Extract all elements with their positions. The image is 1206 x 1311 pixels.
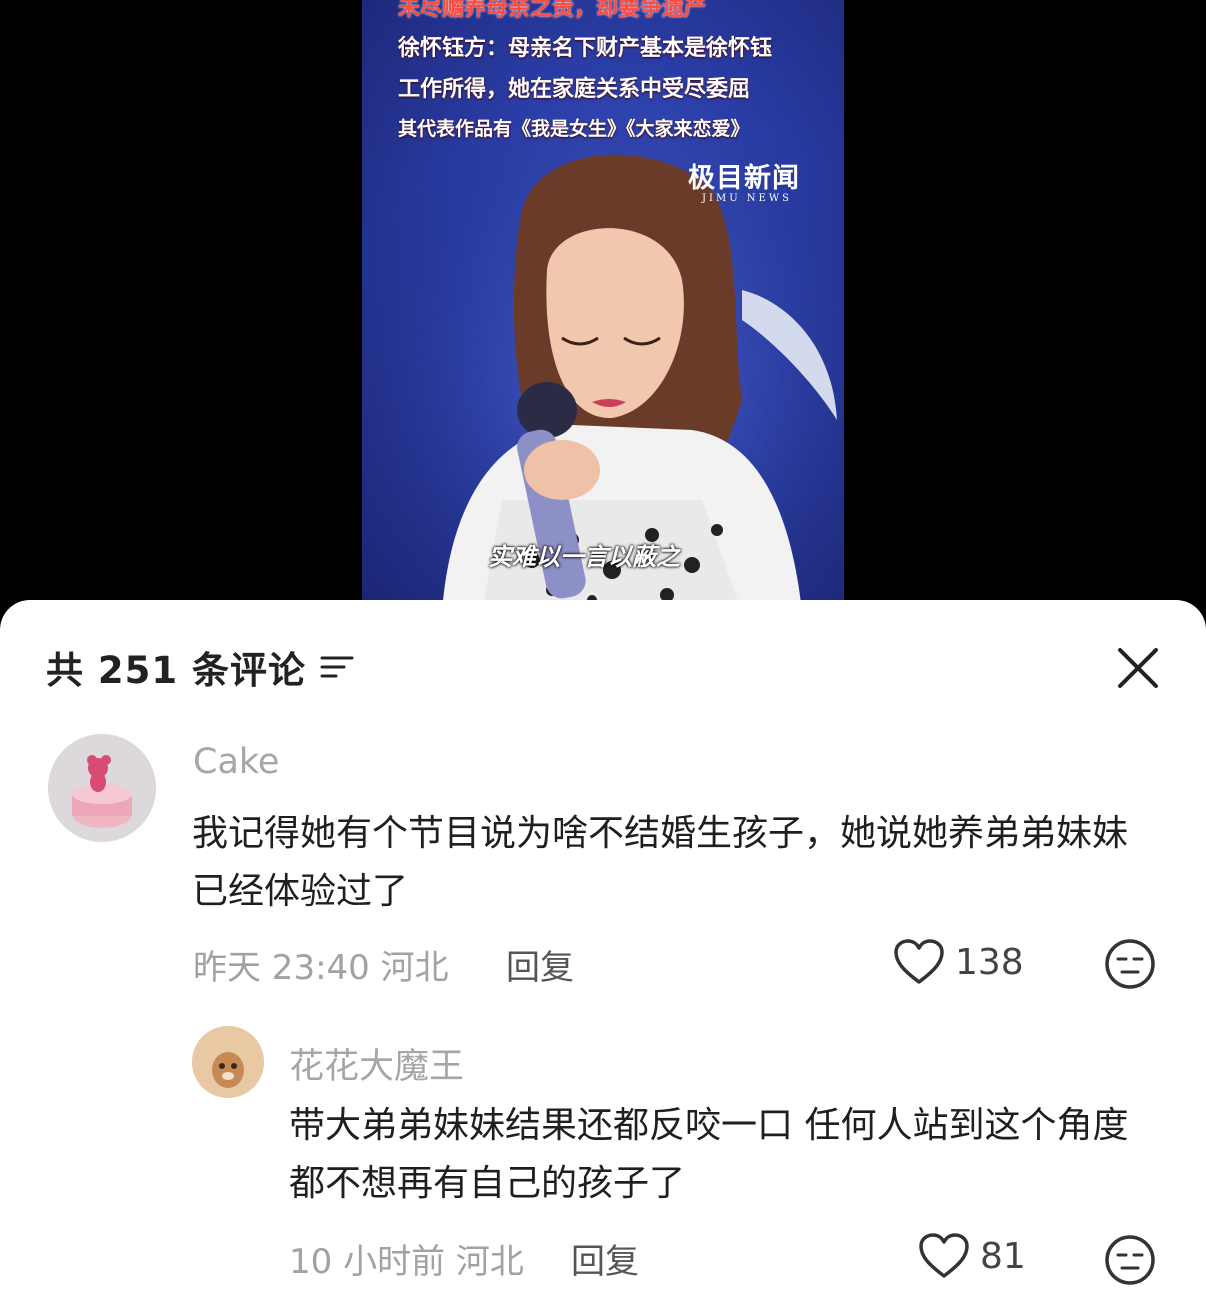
video-headline-4: 其代表作品有《我是女生》《大家来恋爱》 xyxy=(398,118,750,140)
news-watermark: 极目新闻 JIMU NEWS xyxy=(688,156,800,204)
like-count: 81 xyxy=(980,1235,1026,1277)
comment-text: 我记得她有个节目说为啥不结婚生孩子，她说她养弟弟妹妹已经体验过了 xyxy=(192,813,1129,912)
comment-username[interactable]: Cake xyxy=(193,742,279,782)
video-headline-1: 未尽赡养母亲之责，却要争遗产 xyxy=(398,0,707,21)
watermark-main: 极目新闻 xyxy=(688,163,800,194)
heart-icon xyxy=(919,1233,969,1278)
comment-text: 带大弟弟妹妹结果还都反咬一口 任何人站到这个角度都不想再有自己的孩子了 xyxy=(289,1105,1129,1204)
cake-avatar-image xyxy=(48,734,156,842)
comments-sheet: 共 251 条评论 Cake 我记得她有个节目说为啥不结婚生孩子，她说她养弟弟妹… xyxy=(0,600,1206,1311)
comment-time-location: 昨天 23:40 河北 xyxy=(193,948,449,988)
huahua-avatar-image xyxy=(192,1026,264,1098)
comment-username[interactable]: 花花大魔王 xyxy=(289,1038,464,1089)
meh-face-icon[interactable] xyxy=(1104,1234,1156,1286)
comment-count: 共 251 条评论 xyxy=(46,649,306,692)
comments-header: 共 251 条评论 xyxy=(46,642,354,692)
watermark-sub: JIMU NEWS xyxy=(702,193,792,204)
video-frame[interactable]: 未尽赡养母亲之责，却要争遗产 徐怀钰方：母亲名下财产基本是徐怀钰 工作所得，她在… xyxy=(362,0,844,612)
video-subtitle: 实难以一言以蔽之 xyxy=(488,543,680,571)
meh-face-icon[interactable] xyxy=(1104,938,1156,990)
avatar[interactable] xyxy=(48,734,156,842)
heart-icon xyxy=(894,939,944,984)
filter-lines-icon[interactable] xyxy=(320,652,354,682)
reply-button[interactable]: 回复 xyxy=(571,1234,639,1283)
reply-button[interactable]: 回复 xyxy=(506,940,574,989)
like-button[interactable]: 81 xyxy=(918,1232,1026,1280)
avatar[interactable] xyxy=(192,1026,264,1098)
video-player[interactable]: 未尽赡养母亲之责，却要争遗产 徐怀钰方：母亲名下财产基本是徐怀钰 工作所得，她在… xyxy=(0,0,1206,612)
like-button[interactable]: 138 xyxy=(893,938,1024,986)
close-x-icon[interactable] xyxy=(1116,646,1160,690)
video-headline-2: 徐怀钰方：母亲名下财产基本是徐怀钰 xyxy=(398,36,773,61)
like-count: 138 xyxy=(955,941,1024,983)
comment-time-location: 10 小时前 河北 xyxy=(289,1242,524,1282)
video-headline-3: 工作所得，她在家庭关系中受尽委屈 xyxy=(398,77,751,102)
